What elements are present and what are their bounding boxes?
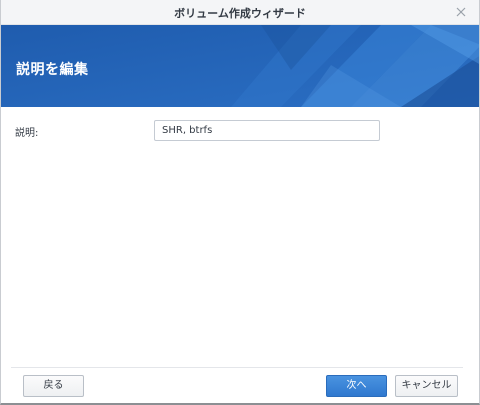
step-title: 説明を編集 xyxy=(16,62,89,78)
back-button[interactable]: 戻る xyxy=(23,375,84,397)
wizard-window: ボリューム作成ウィザード 説明を編集 説明: SHR, btrfs 戻る 次へ … xyxy=(0,0,480,405)
cancel-button[interactable]: キャンセル xyxy=(395,375,458,397)
next-button[interactable]: 次へ xyxy=(326,375,387,397)
description-row: 説明: xyxy=(15,120,381,142)
close-icon xyxy=(456,7,466,17)
close-button[interactable] xyxy=(453,4,469,20)
title-bar: ボリューム作成ウィザード xyxy=(1,0,479,25)
window-title: ボリューム作成ウィザード xyxy=(174,7,306,20)
description-input[interactable] xyxy=(154,120,380,141)
header-banner: 説明を編集 xyxy=(1,25,479,107)
footer-divider xyxy=(11,367,463,368)
description-label: 説明: xyxy=(15,128,39,139)
